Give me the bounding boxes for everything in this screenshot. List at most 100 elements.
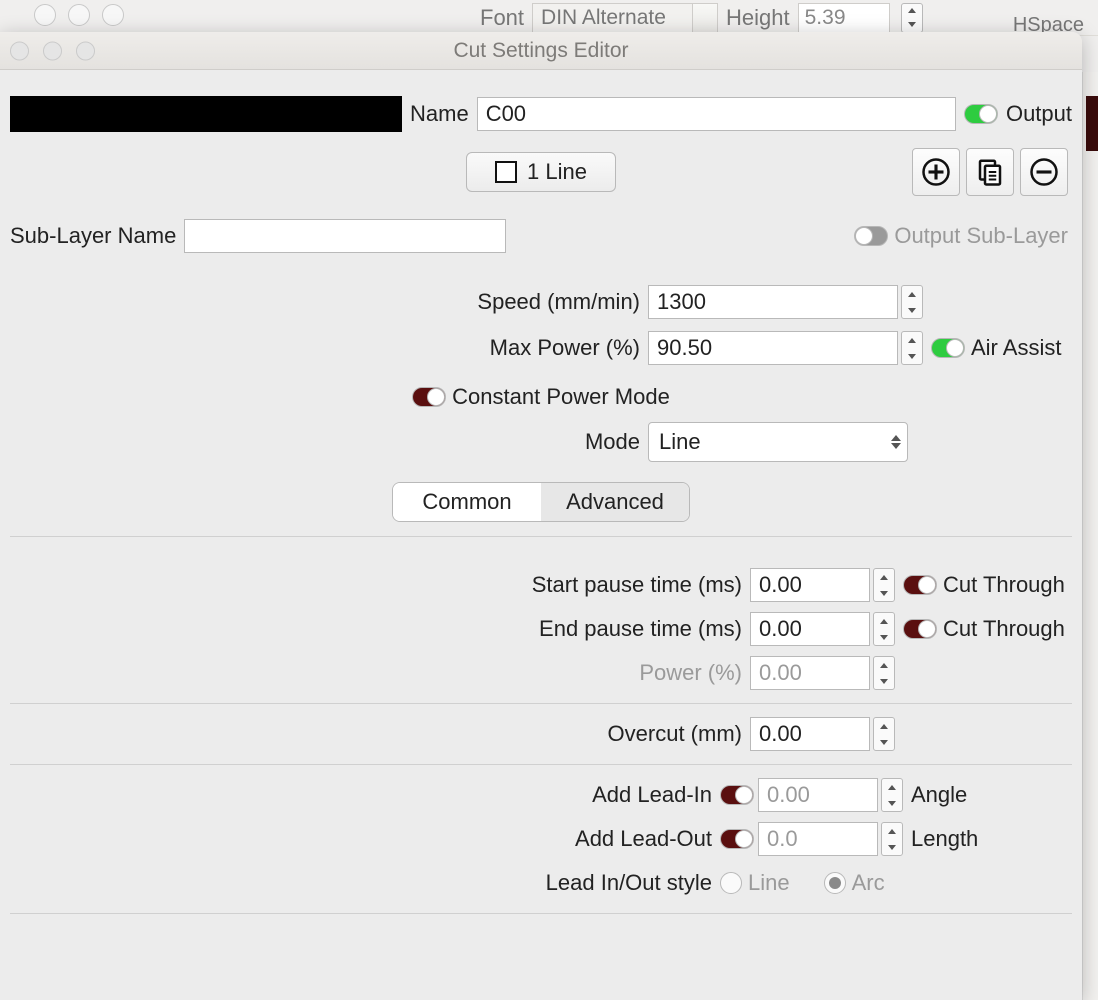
font-value: DIN Alternate bbox=[541, 6, 666, 30]
start-pause-spinner[interactable] bbox=[873, 568, 895, 602]
end-pause-spinner[interactable] bbox=[873, 612, 895, 646]
layer-color-swatch[interactable] bbox=[10, 96, 402, 132]
row-constant-power: Constant Power Mode bbox=[10, 378, 1072, 416]
air-assist-label: Air Assist bbox=[971, 335, 1061, 361]
overcut-input[interactable]: 0.00 bbox=[750, 717, 870, 751]
add-lead-out-toggle[interactable] bbox=[720, 829, 754, 849]
power-input: 0.00 bbox=[750, 656, 870, 690]
row-lead-style: Lead In/Out style Line Arc bbox=[10, 863, 1072, 903]
minimize-light[interactable] bbox=[43, 41, 62, 60]
lead-style-line-label: Line bbox=[748, 870, 790, 896]
minus-circle-icon bbox=[1029, 157, 1059, 187]
start-pause-value: 0.00 bbox=[759, 572, 802, 598]
add-lead-in-toggle[interactable] bbox=[720, 785, 754, 805]
output-sublayer-toggle[interactable] bbox=[854, 226, 888, 246]
lead-style-arc-label: Arc bbox=[852, 870, 885, 896]
copy-icon bbox=[975, 157, 1005, 187]
copy-sublayer-button[interactable] bbox=[966, 148, 1014, 196]
line-type-label: 1 Line bbox=[527, 159, 587, 185]
constant-power-toggle[interactable] bbox=[412, 387, 446, 407]
separator bbox=[10, 536, 1072, 537]
cut-through-start-label: Cut Through bbox=[943, 572, 1065, 598]
name-value: C00 bbox=[486, 101, 526, 127]
chevron-down-icon bbox=[700, 15, 710, 21]
zoom-light[interactable] bbox=[76, 41, 95, 60]
basic-params-group: Speed (mm/min) 1300 Max Power (%) 90.50 … bbox=[10, 282, 1072, 462]
row-max-power: Max Power (%) 90.50 Air Assist bbox=[10, 328, 1072, 368]
height-value: 5.39 bbox=[805, 6, 846, 30]
lead-in-spinner bbox=[881, 778, 903, 812]
height-label: Height bbox=[726, 5, 790, 31]
cut-through-end-toggle[interactable] bbox=[903, 619, 937, 639]
name-input[interactable]: C00 bbox=[477, 97, 956, 131]
bg-traffic-lights bbox=[34, 4, 124, 26]
mode-label: Mode bbox=[10, 429, 648, 455]
height-spinner[interactable] bbox=[901, 3, 923, 33]
bg-toolbar: Font DIN Alternate Height 5.39 bbox=[130, 0, 1098, 36]
speed-label: Speed (mm/min) bbox=[10, 289, 648, 315]
start-pause-input[interactable]: 0.00 bbox=[750, 568, 870, 602]
bg-traffic-dot bbox=[68, 4, 90, 26]
row-lead-in: Add Lead-In 0.00 Angle bbox=[10, 775, 1072, 815]
separator bbox=[10, 703, 1072, 704]
air-assist-group: Air Assist bbox=[931, 335, 1061, 361]
bg-traffic-dot bbox=[102, 4, 124, 26]
max-power-value: 90.50 bbox=[657, 335, 712, 361]
overcut-value: 0.00 bbox=[759, 721, 802, 747]
max-power-input[interactable]: 90.50 bbox=[648, 331, 898, 365]
lead-style-arc-radio[interactable] bbox=[824, 872, 846, 894]
separator bbox=[10, 913, 1072, 914]
cut-through-end-label: Cut Through bbox=[943, 616, 1065, 642]
tab-common[interactable]: Common bbox=[393, 483, 541, 521]
advanced-params-group: Start pause time (ms) 0.00 Cut Through E… bbox=[10, 565, 1072, 920]
cut-through-end-group: Cut Through bbox=[903, 616, 1065, 642]
mode-select[interactable]: Line bbox=[648, 422, 908, 462]
end-pause-value: 0.00 bbox=[759, 616, 802, 642]
row-speed: Speed (mm/min) 1300 bbox=[10, 282, 1072, 322]
row-start-pause: Start pause time (ms) 0.00 Cut Through bbox=[10, 565, 1072, 605]
output-toggle[interactable] bbox=[964, 104, 998, 124]
length-label: Length bbox=[911, 826, 978, 852]
font-combo[interactable]: DIN Alternate bbox=[532, 3, 718, 33]
settings-tabs: Common Advanced bbox=[392, 482, 690, 522]
updown-icon bbox=[891, 435, 901, 449]
power-label: Power (%) bbox=[10, 660, 750, 686]
air-assist-toggle[interactable] bbox=[931, 338, 965, 358]
max-power-spinner[interactable] bbox=[901, 331, 923, 365]
lead-out-value: 0.0 bbox=[767, 826, 798, 852]
side-panel-fragment bbox=[1082, 72, 1098, 1000]
close-light[interactable] bbox=[10, 41, 29, 60]
speed-spinner[interactable] bbox=[901, 285, 923, 319]
sublayer-name-input[interactable] bbox=[184, 219, 506, 253]
titlebar: Cut Settings Editor bbox=[0, 32, 1082, 70]
add-lead-out-label: Add Lead-Out bbox=[10, 826, 720, 852]
lead-in-input: 0.00 bbox=[758, 778, 878, 812]
separator bbox=[10, 764, 1072, 765]
row-sublayer-name: Sub-Layer Name Output Sub-Layer bbox=[10, 218, 1072, 254]
line-type-button[interactable]: 1 Line bbox=[466, 152, 616, 192]
lead-style-label: Lead In/Out style bbox=[10, 870, 720, 896]
traffic-lights bbox=[10, 41, 95, 60]
row-power: Power (%) 0.00 bbox=[10, 653, 1072, 693]
sublayer-actions bbox=[912, 148, 1068, 196]
cut-through-start-toggle[interactable] bbox=[903, 575, 937, 595]
side-fragment-swatch bbox=[1086, 96, 1098, 151]
output-sublayer-label: Output Sub-Layer bbox=[894, 223, 1068, 249]
bg-traffic-dot bbox=[34, 4, 56, 26]
tab-common-label: Common bbox=[422, 489, 511, 515]
add-sublayer-button[interactable] bbox=[912, 148, 960, 196]
speed-input[interactable]: 1300 bbox=[648, 285, 898, 319]
speed-value: 1300 bbox=[657, 289, 706, 315]
overcut-spinner[interactable] bbox=[873, 717, 895, 751]
start-pause-label: Start pause time (ms) bbox=[10, 572, 750, 598]
row-sub-layers: 1 Line bbox=[10, 148, 1072, 196]
height-input[interactable]: 5.39 bbox=[798, 3, 890, 33]
lead-in-value: 0.00 bbox=[767, 782, 810, 808]
remove-sublayer-button[interactable] bbox=[1020, 148, 1068, 196]
tab-advanced[interactable]: Advanced bbox=[541, 483, 689, 521]
angle-label: Angle bbox=[911, 782, 967, 808]
row-overcut: Overcut (mm) 0.00 bbox=[10, 714, 1072, 754]
end-pause-input[interactable]: 0.00 bbox=[750, 612, 870, 646]
row-name: Name C00 Output bbox=[10, 94, 1072, 134]
lead-style-line-radio[interactable] bbox=[720, 872, 742, 894]
